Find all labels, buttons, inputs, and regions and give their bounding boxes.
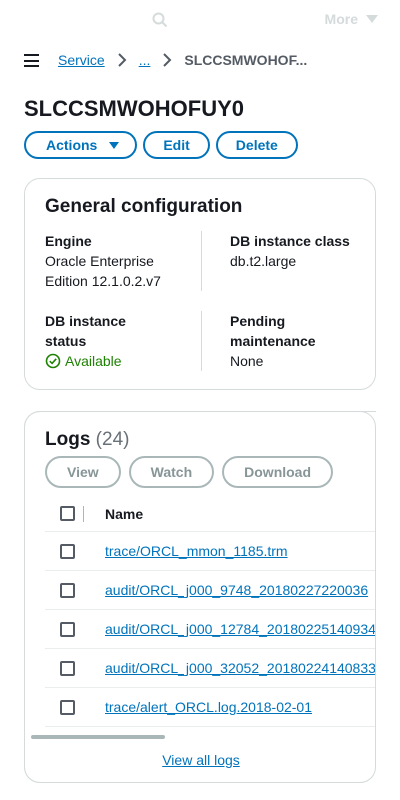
breadcrumb-current: SLCCSMWOHOF... [184,52,308,68]
check-circle-icon [45,353,61,369]
engine-label: Engine [45,233,92,249]
log-file-link[interactable]: audit/ORCL_j000_32052_20180224140833 [105,660,376,676]
column-divider [201,231,202,291]
instance-status-value: Available [65,353,122,369]
delete-button[interactable]: Delete [215,131,298,159]
view-button[interactable]: View [45,456,121,488]
actions-dropdown-button[interactable]: Actions [24,131,138,159]
log-file-link[interactable]: audit/ORCL_j000_12784_20180225140934 [105,621,376,637]
download-button[interactable]: Download [222,456,334,488]
instance-status-field: DB instance status Available [45,311,165,371]
hamburger-menu-icon[interactable] [24,54,39,67]
logs-table: Name trace/ORCL_mmon_1185.trm audit/ORCL… [45,496,376,727]
edit-button[interactable]: Edit [143,131,210,159]
logs-title: Logs (24) [45,429,129,451]
instance-class-label: DB instance class [230,233,350,249]
top-navigation: More [0,0,400,40]
view-all-logs: View all logs [25,752,376,768]
pending-maintenance-field: Pending maintenance None [230,311,360,371]
instance-class-field: DB instance class db.t2.large [230,231,360,271]
actions-label: Actions [46,137,98,153]
breadcrumb-ellipsis[interactable]: ... [139,52,151,68]
chevron-right-icon [111,52,133,68]
row-checkbox[interactable] [60,582,75,598]
table-row: trace/ORCL_mmon_1185.trm [45,532,376,571]
table-row: trace/alert_ORCL.log.2018-02-01 [45,688,376,727]
row-checkbox[interactable] [60,543,75,559]
log-file-link[interactable]: trace/ORCL_mmon_1185.trm [105,543,288,559]
log-file-link[interactable]: trace/alert_ORCL.log.2018-02-01 [105,699,312,715]
more-menu-button[interactable]: More [325,11,378,27]
caret-down-icon [366,15,378,23]
column-divider [201,311,202,371]
search-icon[interactable] [152,12,168,28]
watch-button[interactable]: Watch [128,456,215,488]
horizontal-scrollbar[interactable] [31,735,165,739]
status-badge: Available [45,351,165,371]
view-all-logs-link[interactable]: View all logs [162,752,240,768]
logs-title-text: Logs [45,429,91,450]
row-checkbox[interactable] [60,699,75,715]
chevron-right-icon [156,52,178,68]
logs-buttons: View Watch Download [45,456,334,488]
table-row: audit/ORCL_j000_12784_20180225140934 [45,610,376,649]
engine-field: Engine Oracle Enterprise Edition 12.1.0.… [45,231,195,291]
pending-maintenance-value: None [230,353,264,369]
breadcrumb-bar: Service ... SLCCSMWOHOF... [0,42,400,80]
instance-status-label: DB instance status [45,313,126,349]
row-checkbox[interactable] [60,621,75,637]
action-buttons: Actions Edit Delete [24,131,298,159]
instance-class-value: db.t2.large [230,253,297,269]
pending-maintenance-label: Pending maintenance [230,313,316,349]
engine-value: Oracle Enterprise Edition 12.1.0.2.v7 [45,253,161,289]
page-title: SLCCSMWOHOFUY0 [24,96,244,121]
table-row: audit/ORCL_j000_32052_20180224140833 [45,649,376,688]
select-all-checkbox[interactable] [60,506,75,521]
general-configuration-card: General configuration Engine Oracle Ente… [24,178,376,390]
header-divider [83,506,84,522]
row-checkbox[interactable] [60,660,75,676]
log-file-link[interactable]: audit/ORCL_j000_9748_20180227220036 [105,582,368,598]
caret-down-icon [109,141,120,149]
name-column-header[interactable]: Name [105,506,143,522]
general-configuration-title: General configuration [45,196,243,217]
breadcrumb-service[interactable]: Service [58,52,105,68]
logs-card: Logs (24) View Watch Download Name trace… [24,411,376,783]
table-row: audit/ORCL_j000_9748_20180227220036 [45,571,376,610]
more-label: More [324,11,358,27]
logs-count: (24) [95,429,130,450]
table-header: Name [45,496,376,532]
breadcrumb: Service ... SLCCSMWOHOF... [58,52,307,68]
